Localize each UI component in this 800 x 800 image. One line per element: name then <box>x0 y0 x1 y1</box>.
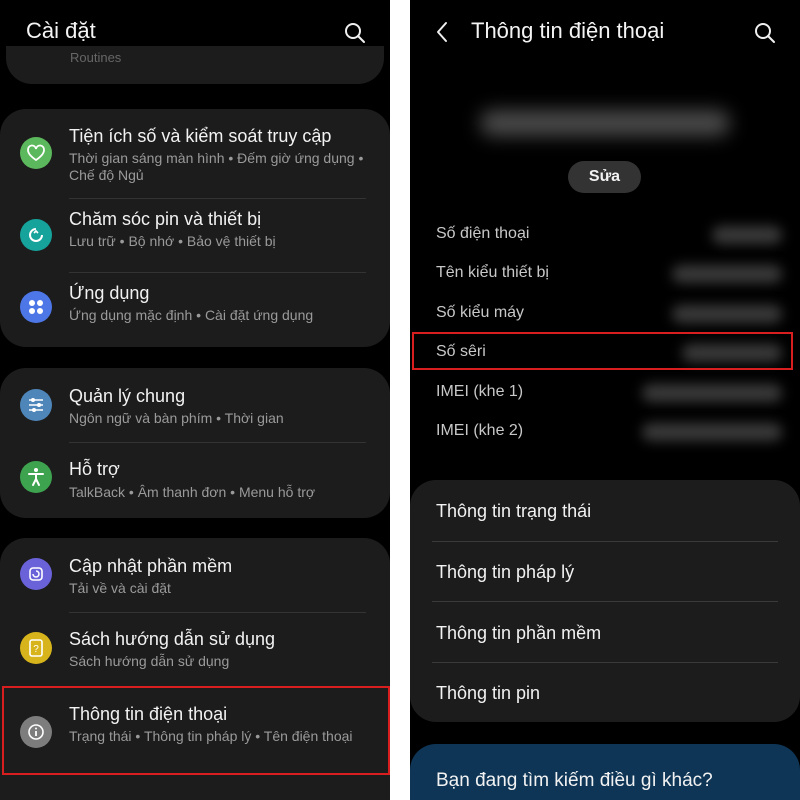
highlight-about-phone <box>2 686 390 775</box>
item-title: Ứng dụng <box>69 283 150 303</box>
device-care-icon <box>20 219 52 251</box>
item-title: Quản lý chung <box>69 386 186 406</box>
page-title: Cài đặt <box>26 18 96 43</box>
menu-software-info[interactable]: Thông tin phần mềm <box>436 623 601 644</box>
item-subtitle: Ứng dụng mặc định • Cài đặt ứng dụng <box>69 307 314 323</box>
info-row-model-number: Số kiểu máy <box>436 304 525 321</box>
settings-item-general-management[interactable]: Quản lý chung Ngôn ngữ và bàn phím • Thờ… <box>0 368 390 442</box>
blurred-value <box>642 384 782 402</box>
settings-group-2: Quản lý chung Ngôn ngữ và bàn phím • Thờ… <box>0 368 390 518</box>
search-icon[interactable] <box>752 20 778 46</box>
settings-item-user-manual[interactable]: ? Sách hướng dẫn sử dụng Sách hướng dẫn … <box>0 613 390 686</box>
info-row-model-name: Tên kiểu thiết bị <box>436 264 549 281</box>
divider <box>432 541 778 542</box>
digital-wellbeing-icon <box>20 137 52 169</box>
item-title: Sách hướng dẫn sử dụng <box>69 629 276 649</box>
item-subtitle: TalkBack • Âm thanh đơn • Menu hỗ trợ <box>69 484 316 500</box>
info-row-phone-number: Số điện thoại <box>436 225 530 242</box>
search-icon[interactable] <box>342 20 368 46</box>
settings-screen: Cài đặt Routines Tiện ích số và kiểm soá… <box>0 0 390 800</box>
info-row-imei-1: IMEI (khe 1) <box>436 383 524 400</box>
menu-battery-info[interactable]: Thông tin pin <box>436 683 540 704</box>
item-subtitle: Lưu trữ • Bộ nhớ • Bảo vệ thiết bị <box>69 233 276 249</box>
item-title: Chăm sóc pin và thiết bị <box>69 209 262 229</box>
highlight-serial-number <box>412 332 793 370</box>
item-title: Cập nhật phần mềm <box>69 556 233 576</box>
about-phone-screen: Thông tin điện thoại Sửa Số điện thoại T… <box>410 0 800 800</box>
item-subtitle: Tải về và cài đặt <box>69 580 171 596</box>
routines-card-partial[interactable]: Routines <box>6 46 384 84</box>
routines-label: Routines <box>70 50 122 65</box>
accessibility-icon <box>20 461 52 493</box>
item-title: Tiện ích số và kiểm soát truy cập <box>69 126 332 146</box>
sliders-icon <box>20 389 52 421</box>
bottom-prompt-text: Bạn đang tìm kiếm điều gì khác? <box>436 770 713 791</box>
divider <box>432 601 778 602</box>
settings-item-apps[interactable]: Ứng dụng Ứng dụng mặc định • Cài đặt ứng… <box>0 273 390 347</box>
settings-item-device-care[interactable]: Chăm sóc pin và thiết bị Lưu trữ • Bộ nh… <box>0 199 390 271</box>
blurred-value <box>712 226 782 244</box>
settings-group-1: Tiện ích số và kiểm soát truy cập Thời g… <box>0 109 390 347</box>
item-subtitle: Ngôn ngữ và bàn phím • Thời gian <box>69 410 284 426</box>
settings-item-software-update[interactable]: Cập nhật phần mềm Tải về và cài đặt <box>0 538 390 612</box>
about-menu-card: Thông tin trạng thái Thông tin pháp lý T… <box>410 480 800 722</box>
item-subtitle: Sách hướng dẫn sử dụng <box>69 653 230 669</box>
blurred-value <box>642 423 782 441</box>
blurred-value <box>672 265 782 283</box>
edit-button[interactable]: Sửa <box>568 161 641 193</box>
divider <box>432 662 778 663</box>
looking-for-something-else-card[interactable]: Bạn đang tìm kiếm điều gì khác? <box>410 744 800 800</box>
svg-text:?: ? <box>33 644 39 655</box>
menu-status-info[interactable]: Thông tin trạng thái <box>436 501 591 522</box>
info-row-imei-2: IMEI (khe 2) <box>436 422 524 439</box>
menu-legal-info[interactable]: Thông tin pháp lý <box>436 562 574 583</box>
item-title: Hỗ trợ <box>69 459 120 479</box>
device-name-blurred <box>480 110 730 136</box>
software-update-icon <box>20 558 52 590</box>
settings-item-digital-wellbeing[interactable]: Tiện ích số và kiểm soát truy cập Thời g… <box>0 109 390 197</box>
page-title: Thông tin điện thoại <box>471 18 665 43</box>
user-manual-icon: ? <box>20 632 52 664</box>
back-icon[interactable] <box>430 19 456 45</box>
item-subtitle: Thời gian sáng màn hình • Đếm giờ ứng dụ… <box>69 150 364 183</box>
apps-icon <box>20 291 52 323</box>
settings-item-accessibility[interactable]: Hỗ trợ TalkBack • Âm thanh đơn • Menu hỗ… <box>0 443 390 518</box>
blurred-value <box>672 305 782 323</box>
